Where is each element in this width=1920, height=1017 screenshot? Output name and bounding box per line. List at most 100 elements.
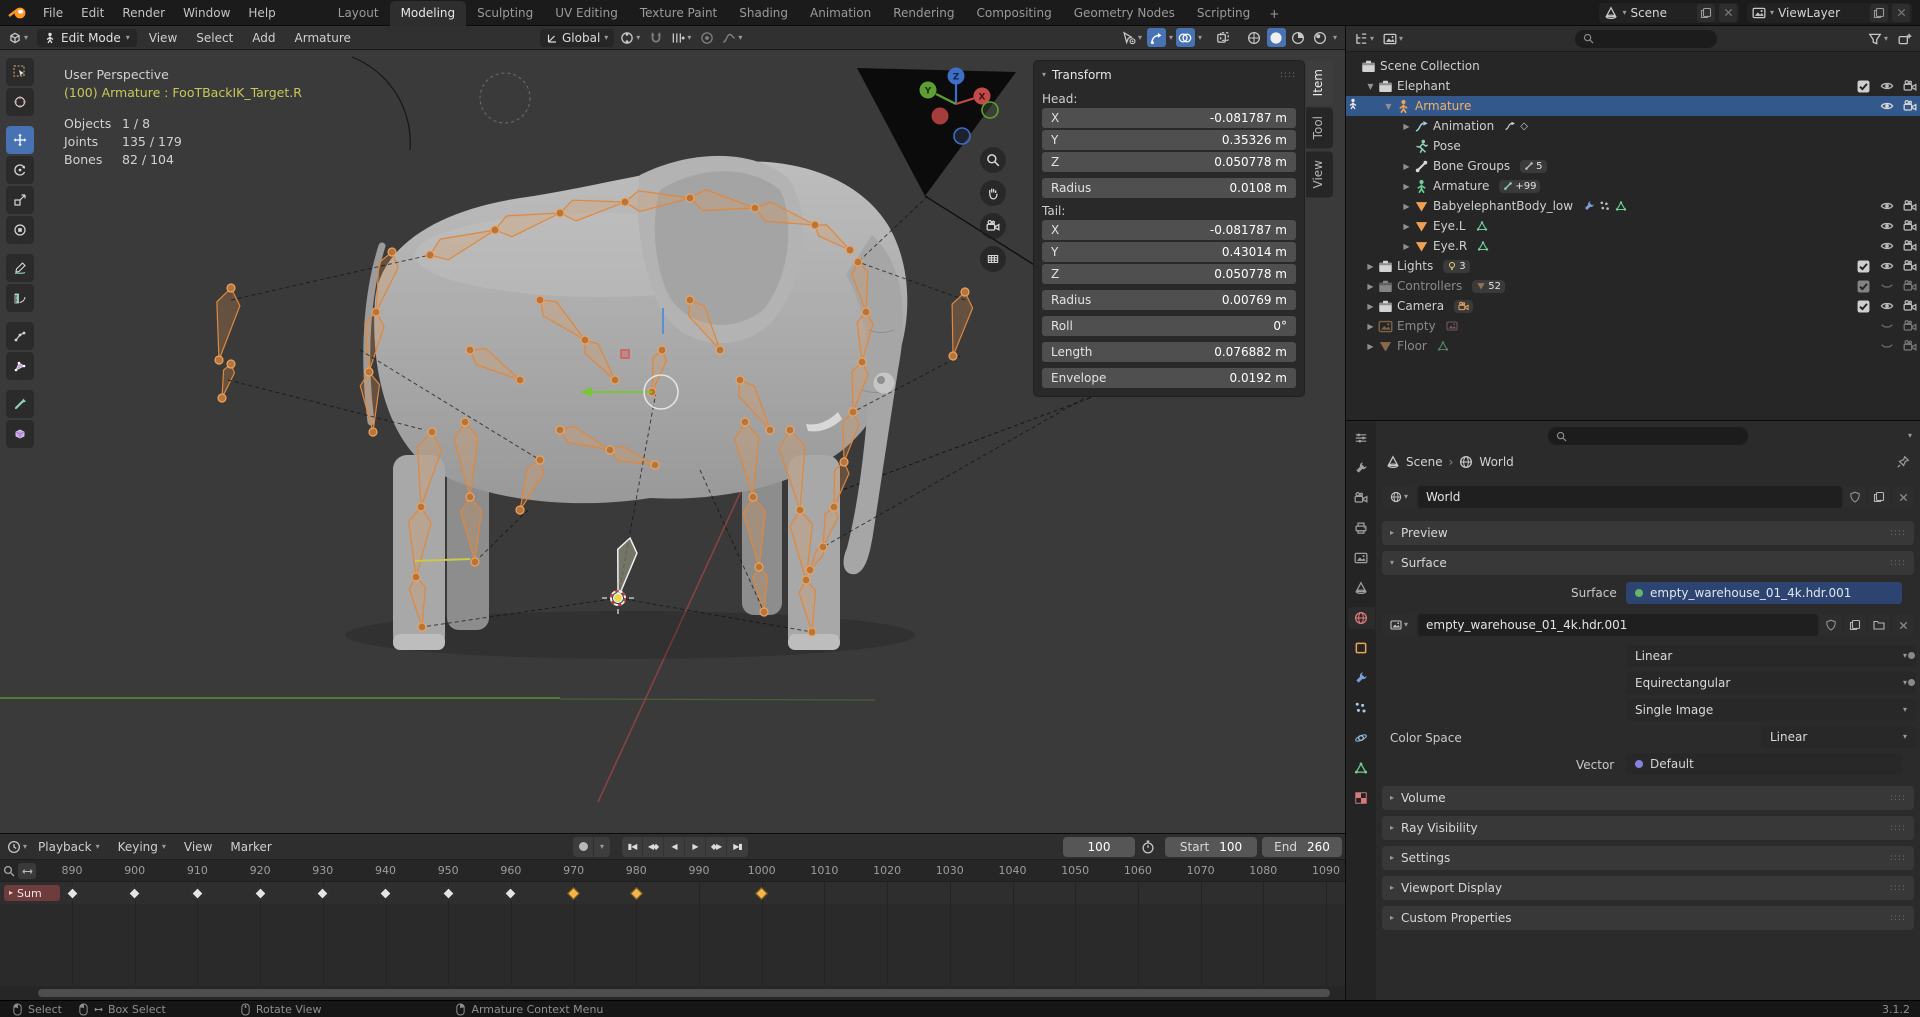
breadcrumb-world[interactable]: World	[1479, 455, 1513, 469]
tool-primitive-cube[interactable]	[6, 420, 34, 448]
properties-search-input[interactable]	[1572, 430, 1682, 442]
source-dropdown[interactable]: Single Image ▾	[1626, 699, 1916, 721]
panel-custom-properties[interactable]: ▸ Custom Properties::::	[1382, 906, 1914, 930]
hide-viewport-icon[interactable]	[1880, 299, 1894, 313]
auto-key-dropdown[interactable]: ▾	[594, 836, 610, 857]
hide-viewport-icon[interactable]	[1880, 319, 1894, 333]
outliner-search[interactable]	[1575, 29, 1718, 48]
image-open-button[interactable]	[1868, 614, 1890, 636]
row-lights-collection[interactable]: ▶ Lights 3	[1346, 256, 1920, 276]
snapping-dropdown[interactable]: ▾	[669, 28, 693, 47]
menu-playback[interactable]: Playback ▾	[29, 837, 109, 857]
row-floor-object[interactable]: ▶ Floor	[1346, 336, 1920, 356]
collection-checkbox[interactable]	[1857, 260, 1870, 273]
summary-channel[interactable]: ▸ Sum	[4, 885, 60, 901]
workspace-tab-rendering[interactable]: Rendering	[882, 1, 965, 26]
timeline-scrollbar[interactable]	[2, 989, 1343, 997]
proportional-falloff-dropdown[interactable]: ▾	[720, 28, 744, 47]
workspace-tab-shading[interactable]: Shading	[728, 1, 799, 26]
panel-viewport-display[interactable]: ▸ Viewport Display::::	[1382, 876, 1914, 900]
next-keyframe-button[interactable]: ◆▶	[706, 836, 727, 857]
disable-render-icon[interactable]	[1903, 319, 1917, 333]
blender-logo-icon[interactable]	[8, 5, 28, 21]
menu-edit[interactable]: Edit	[72, 2, 113, 24]
tab-world[interactable]	[1347, 607, 1375, 629]
mode-selector[interactable]: Edit Mode ▾	[37, 28, 137, 47]
image-name-field[interactable]: empty_warehouse_01_4k.hdr.001	[1418, 614, 1818, 636]
menu-keying[interactable]: Keying ▾	[109, 837, 175, 857]
panel-collapse-arrow[interactable]: ▾	[1042, 71, 1046, 79]
fake-user-button[interactable]	[1844, 486, 1866, 508]
row-eye-l[interactable]: ▶ Eye.L	[1346, 216, 1920, 236]
shading-rendered-button[interactable]	[1311, 28, 1330, 47]
field-head-z[interactable]: Z 0.050778 m	[1042, 152, 1296, 172]
disable-render-icon[interactable]	[1903, 79, 1917, 93]
field-head-radius[interactable]: Radius 0.0108 m	[1042, 178, 1296, 198]
viewport-3d[interactable]: Z Y X User Perspective (100) Armature : …	[0, 50, 1345, 833]
image-fake-user-button[interactable]	[1820, 614, 1842, 636]
interpolation-dropdown[interactable]: Linear ▾	[1626, 645, 1916, 667]
field-roll[interactable]: Roll 0°	[1042, 316, 1296, 336]
add-workspace-button[interactable]: +	[1261, 2, 1287, 26]
panel-ray-visibility[interactable]: ▸ Ray Visibility::::	[1382, 816, 1914, 840]
viewlayer-remove-button[interactable]	[1892, 3, 1910, 22]
field-head-y[interactable]: Y 0.35326 m	[1042, 130, 1296, 150]
world-browse-button[interactable]: ▾	[1382, 486, 1416, 508]
field-head-x[interactable]: X -0.081787 m	[1042, 108, 1296, 128]
properties-editor-type-button[interactable]	[1348, 427, 1375, 449]
disable-render-icon[interactable]	[1903, 339, 1917, 353]
tab-output[interactable]	[1348, 517, 1375, 539]
proportional-editing-toggle[interactable]	[697, 28, 716, 47]
viewport-nav-buttons[interactable]	[980, 147, 1006, 272]
tab-particles[interactable]	[1348, 697, 1375, 719]
panel-settings[interactable]: ▸ Settings::::	[1382, 846, 1914, 870]
workspace-tab-compositing[interactable]: Compositing	[965, 1, 1062, 26]
tool-annotate[interactable]	[6, 254, 34, 282]
color-space-dropdown[interactable]: Linear ▾	[1761, 726, 1916, 748]
menu-render[interactable]: Render	[113, 2, 174, 24]
expand-arrow[interactable]: ▶	[1400, 242, 1413, 251]
new-collection-button[interactable]	[1895, 29, 1914, 48]
disable-render-icon[interactable]	[1903, 299, 1917, 313]
expand-arrow[interactable]: ▶	[1364, 322, 1377, 331]
tab-texture[interactable]	[1348, 787, 1375, 809]
editor-type-button[interactable]: ▾	[6, 28, 30, 47]
tab-view[interactable]: View	[1306, 150, 1333, 198]
row-empty-object[interactable]: ▶ Empty	[1346, 316, 1920, 336]
collection-checkbox[interactable]	[1857, 280, 1870, 293]
timeline-channels[interactable]: ▸ Sum	[0, 882, 1345, 986]
expand-arrow[interactable]: ▼	[1364, 82, 1377, 91]
timeline-ruler[interactable]: 890 900 910 920 930 940 950 960 970 980 990 1000 101…	[0, 860, 1345, 882]
object-type-visibility-dropdown[interactable]: ▾	[1120, 28, 1144, 47]
menu-help[interactable]: Help	[239, 2, 284, 24]
scene-selector[interactable]: ▾ Scene	[1599, 2, 1740, 23]
tool-rotate[interactable]	[6, 156, 34, 184]
tool-measure[interactable]	[6, 284, 34, 312]
world-name-field[interactable]: World	[1418, 486, 1842, 508]
surface-node-field[interactable]: empty_warehouse_01_4k.hdr.001	[1626, 582, 1902, 604]
disable-render-icon[interactable]	[1903, 259, 1917, 273]
tool-bone-envelope[interactable]	[6, 352, 34, 380]
viewlayer-copy-button[interactable]	[1870, 3, 1888, 22]
outliner-display-mode-button[interactable]: ▾	[1352, 29, 1376, 48]
overlays-dropdown[interactable]: ▾	[1198, 33, 1202, 42]
field-tail-z[interactable]: Z 0.050778 m	[1042, 264, 1296, 284]
field-length[interactable]: Length 0.076882 m	[1042, 342, 1296, 362]
scene-copy-button[interactable]	[1697, 3, 1716, 22]
workspace-tab-uv-editing[interactable]: UV Editing	[544, 1, 629, 26]
field-tail-radius[interactable]: Radius 0.00769 m	[1042, 290, 1296, 310]
tool-scale[interactable]	[6, 186, 34, 214]
hide-viewport-icon[interactable]	[1880, 279, 1894, 293]
disable-render-icon[interactable]	[1903, 219, 1917, 233]
tab-object-data[interactable]	[1348, 757, 1375, 779]
expand-arrow[interactable]: ▶	[1364, 282, 1377, 291]
menu-add[interactable]: Add	[244, 28, 283, 48]
expand-arrow[interactable]: ▶	[1364, 302, 1377, 311]
expand-arrow[interactable]: ▶	[1364, 342, 1377, 351]
tool-select-box[interactable]	[6, 58, 34, 86]
pivot-point-dropdown[interactable]: ▾	[618, 28, 642, 47]
row-pose[interactable]: Pose	[1346, 136, 1920, 156]
transform-orientation-dropdown[interactable]: Global ▾	[540, 28, 615, 47]
row-babyelephant-mesh[interactable]: ▶ BabyelephantBody_low	[1346, 196, 1920, 216]
tab-physics[interactable]	[1348, 727, 1375, 749]
